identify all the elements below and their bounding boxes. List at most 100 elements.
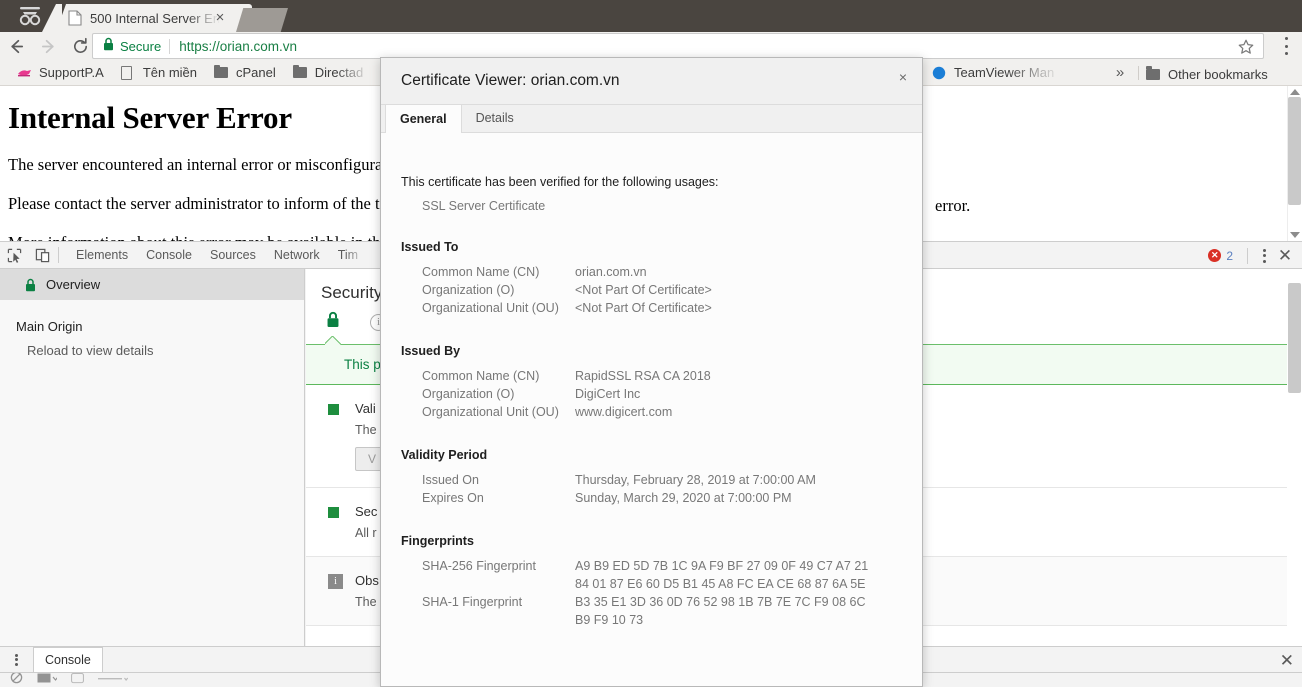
field-key: Expires On bbox=[422, 491, 484, 505]
certificate-field: Common Name (CN) RapidSSL RSA CA 2018 bbox=[422, 367, 902, 385]
tab-close-icon[interactable]: × bbox=[212, 10, 228, 26]
bookmark-item-teamviewer[interactable]: TeamViewer Man bbox=[925, 62, 1061, 84]
section-rows: Issued On Thursday, February 28, 2019 at… bbox=[422, 471, 902, 507]
devtools-close-icon[interactable]: ✕ bbox=[1274, 247, 1296, 264]
certificate-section-fingerprints: Fingerprints SHA-256 Fingerprint A9 B9 E… bbox=[401, 534, 902, 629]
devtools-tab-sources[interactable]: Sources bbox=[201, 242, 265, 268]
field-key: Organization (O) bbox=[422, 387, 515, 401]
certificate-viewer-dialog: Certificate Viewer: orian.com.vn × Gener… bbox=[380, 57, 923, 687]
dialog-body: This certificate has been verified for t… bbox=[381, 133, 922, 629]
certificate-field: Common Name (CN) orian.com.vn bbox=[422, 263, 902, 281]
sidebar-item-overview[interactable]: Overview bbox=[0, 269, 304, 300]
inspect-element-icon[interactable] bbox=[0, 242, 28, 268]
error-count: 2 bbox=[1226, 248, 1233, 263]
bookmarks-overflow-icon[interactable]: » bbox=[1110, 64, 1130, 81]
scroll-up-icon[interactable] bbox=[1290, 89, 1300, 95]
certificate-intro-text: This certificate has been verified for t… bbox=[401, 175, 719, 189]
field-value: orian.com.vn bbox=[575, 265, 647, 279]
page-paragraph-fragment: error. bbox=[935, 196, 971, 215]
page-scrollbar[interactable] bbox=[1287, 86, 1302, 241]
field-key: Common Name (CN) bbox=[422, 369, 540, 383]
error-badge[interactable]: ✕ 2 bbox=[1208, 249, 1239, 263]
section-heading: Issued By bbox=[401, 344, 461, 358]
bookmark-item-directad[interactable]: Directad bbox=[286, 62, 370, 84]
tab-details[interactable]: Details bbox=[462, 104, 528, 132]
sidebar-group-item[interactable]: Reload to view details bbox=[27, 343, 304, 358]
forward-arrow-icon bbox=[32, 32, 64, 60]
folder-icon bbox=[214, 64, 230, 78]
tab-title: 500 Internal Server Error bbox=[90, 10, 220, 26]
field-key: SHA-256 Fingerprint bbox=[422, 559, 536, 573]
sidebar-group-title: Main Origin bbox=[16, 319, 83, 334]
security-sidebar: Overview Main Origin Reload to view deta… bbox=[0, 269, 305, 646]
field-key: Issued On bbox=[422, 473, 479, 487]
bookmark-item-supportpa[interactable]: SupportP.A bbox=[10, 62, 111, 84]
new-tab-button[interactable] bbox=[236, 8, 288, 32]
field-key: Organization (O) bbox=[422, 283, 515, 297]
scroll-down-icon[interactable] bbox=[1290, 232, 1300, 238]
console-context-select-icon[interactable] bbox=[37, 673, 59, 687]
devtools-tab-timeline[interactable]: Tim bbox=[329, 242, 367, 268]
devtools-tab-network[interactable]: Network bbox=[265, 242, 329, 268]
field-value: DigiCert Inc bbox=[575, 387, 641, 401]
scrollbar-thumb[interactable] bbox=[1288, 97, 1301, 205]
section-heading: Validity Period bbox=[401, 448, 488, 462]
drawer-tab-console[interactable]: Console bbox=[33, 647, 103, 672]
scrollbar-thumb[interactable] bbox=[1288, 283, 1301, 393]
bookmark-item-cpanel[interactable]: cPanel bbox=[207, 62, 283, 84]
bookmark-label: TeamViewer Man bbox=[954, 65, 1055, 80]
field-value: Thursday, February 28, 2019 at 7:00:00 A… bbox=[575, 473, 816, 487]
field-value: B3 35 E1 3D 36 0D 76 52 98 1B 7B 7E 7C F… bbox=[575, 595, 866, 627]
certificate-field: Issued On Thursday, February 28, 2019 at… bbox=[422, 471, 902, 489]
certificate-field: Organization (O) DigiCert Inc bbox=[422, 385, 902, 403]
certificate-section-issued-by: Issued By Common Name (CN) RapidSSL RSA … bbox=[401, 344, 902, 421]
lock-icon bbox=[326, 311, 340, 333]
info-square-icon: i bbox=[328, 574, 343, 589]
devtools-more-icon[interactable] bbox=[1256, 247, 1272, 265]
certificate-field: SHA-1 Fingerprint B3 35 E1 3D 36 0D 76 5… bbox=[422, 593, 902, 629]
back-arrow-icon[interactable] bbox=[0, 32, 32, 60]
clear-console-icon[interactable] bbox=[10, 673, 23, 687]
tab-strip: 500 Internal Server Error × bbox=[0, 0, 1302, 32]
certificate-field: Organization (O) <Not Part Of Certificat… bbox=[422, 281, 902, 299]
field-value: <Not Part Of Certificate> bbox=[575, 301, 712, 315]
drawer-more-icon[interactable] bbox=[5, 651, 27, 669]
devtools-tab-elements[interactable]: Elements bbox=[67, 242, 137, 268]
three-dots-menu-icon[interactable] bbox=[1278, 37, 1294, 55]
banner-notch bbox=[325, 336, 341, 345]
close-icon[interactable]: × bbox=[892, 66, 914, 88]
url-text: https://orian.com.vn bbox=[179, 38, 298, 54]
address-bar[interactable]: Secure https://orian.com.vn bbox=[92, 33, 1264, 59]
section-heading: Fingerprints bbox=[401, 534, 474, 548]
tab-general[interactable]: General bbox=[385, 104, 462, 133]
green-square-icon bbox=[328, 507, 339, 518]
dialog-title: Certificate Viewer: orian.com.vn bbox=[401, 72, 620, 89]
error-circle-icon: ✕ bbox=[1208, 249, 1222, 262]
device-toolbar-icon[interactable] bbox=[28, 242, 56, 268]
security-scrollbar[interactable] bbox=[1287, 269, 1302, 646]
field-value: RapidSSL RSA CA 2018 bbox=[575, 369, 711, 383]
other-bookmarks-button[interactable]: Other bookmarks bbox=[1146, 63, 1268, 85]
section-heading: Issued To bbox=[401, 240, 459, 254]
certificate-section-issued-to: Issued To Common Name (CN) orian.com.vn … bbox=[401, 240, 902, 317]
sidebar-item-label: Overview bbox=[46, 277, 101, 292]
devtools-tab-console[interactable]: Console bbox=[137, 242, 201, 268]
field-key: Organizational Unit (OU) bbox=[422, 301, 559, 315]
certificate-field: Expires On Sunday, March 29, 2020 at 7:0… bbox=[422, 489, 902, 507]
certificate-field: SHA-256 Fingerprint A9 B9 ED 5D 7B 1C 9A… bbox=[422, 557, 902, 593]
lock-icon bbox=[103, 37, 114, 56]
filter-icon[interactable] bbox=[70, 673, 85, 687]
console-level-label[interactable] bbox=[98, 673, 129, 687]
bookmark-label: cPanel bbox=[236, 65, 276, 80]
omnibox-divider bbox=[169, 38, 171, 54]
star-icon[interactable] bbox=[1237, 38, 1255, 56]
other-bookmarks-label: Other bookmarks bbox=[1168, 66, 1268, 82]
folder-icon bbox=[1146, 66, 1162, 80]
lock-icon bbox=[25, 278, 36, 292]
document-icon bbox=[68, 10, 82, 26]
drawer-close-icon[interactable]: ✕ bbox=[1280, 651, 1294, 671]
bookmark-item-ten-mien[interactable]: Tên miền bbox=[114, 62, 204, 84]
field-value: Sunday, March 29, 2020 at 7:00:00 PM bbox=[575, 491, 792, 505]
security-status-label: Secure bbox=[120, 38, 162, 54]
security-row-desc: All r bbox=[355, 526, 377, 540]
